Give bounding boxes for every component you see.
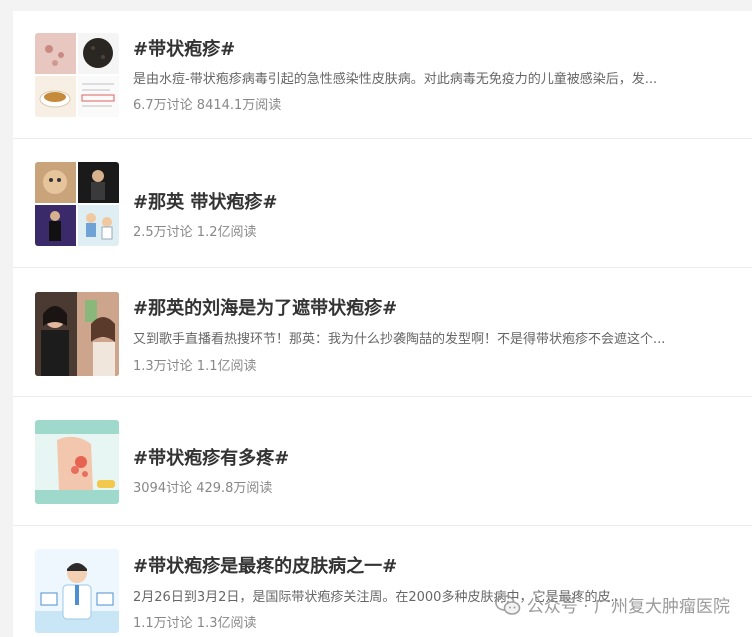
topic-title[interactable]: #带状疱疹有多疼# (133, 444, 289, 470)
topic-item-3[interactable]: #那英的刘海是为了遮带状疱疹# 又到歌手直播看热搜环节！那英：我为什么抄袭陶喆的… (13, 269, 752, 397)
topic-thumbnail[interactable] (35, 549, 119, 633)
topic-description: 又到歌手直播看热搜环节！那英：我为什么抄袭陶喆的发型啊！不是得带状疱疹不会遮这个… (133, 332, 666, 347)
topic-stats: 2.5万讨论 1.2亿阅读 (133, 225, 257, 240)
topic-thumbnail[interactable] (35, 33, 119, 117)
topic-title[interactable]: #那英的刘海是为了遮带状疱疹# (133, 294, 397, 320)
watermark: 公众号 · 广州复大肿瘤医院 (494, 592, 730, 617)
topic-item-1[interactable]: #带状疱疹# 是由水痘-带状疱疹病毒引起的急性感染性皮肤病。对此病毒无免疫力的儿… (13, 11, 752, 139)
watermark-text: 公众号 · 广州复大肿瘤医院 (526, 597, 730, 617)
topic-item-4[interactable]: #带状疱疹有多疼# 3094讨论 429.8万阅读 (13, 398, 752, 526)
topic-thumbnail[interactable] (35, 420, 119, 504)
illustration-image (35, 420, 119, 504)
topic-list: #带状疱疹# 是由水痘-带状疱疹病毒引起的急性感染性皮肤病。对此病毒无免疫力的儿… (13, 11, 752, 637)
topic-title[interactable]: #带状疱疹# (133, 35, 235, 61)
topic-item-2[interactable]: #那英 带状疱疹# 2.5万讨论 1.2亿阅读 (13, 140, 752, 268)
topic-stats: 3094讨论 429.8万阅读 (133, 481, 273, 496)
photo-image (35, 292, 119, 376)
wechat-icon (494, 594, 521, 615)
topic-stats: 1.3万讨论 1.1亿阅读 (133, 359, 257, 374)
topic-description: 是由水痘-带状疱疹病毒引起的急性感染性皮肤病。对此病毒无免疫力的儿童被感染后，发… (133, 72, 658, 87)
collage-image (35, 162, 119, 246)
topic-thumbnail[interactable] (35, 162, 119, 246)
topic-title[interactable]: #那英 带状疱疹# (133, 188, 277, 214)
topic-thumbnail[interactable] (35, 292, 119, 376)
collage-image (35, 33, 119, 117)
topic-stats: 1.1万讨论 1.3亿阅读 (133, 616, 257, 631)
topic-stats: 6.7万讨论 8414.1万阅读 (133, 98, 282, 113)
topic-title[interactable]: #带状疱疹是最疼的皮肤病之一# (133, 552, 397, 578)
topic-item-5[interactable]: #带状疱疹是最疼的皮肤病之一# 2月26日到3月2日，是国际带状疱疹关注周。在2… (13, 527, 752, 637)
illustration-image (35, 549, 119, 633)
